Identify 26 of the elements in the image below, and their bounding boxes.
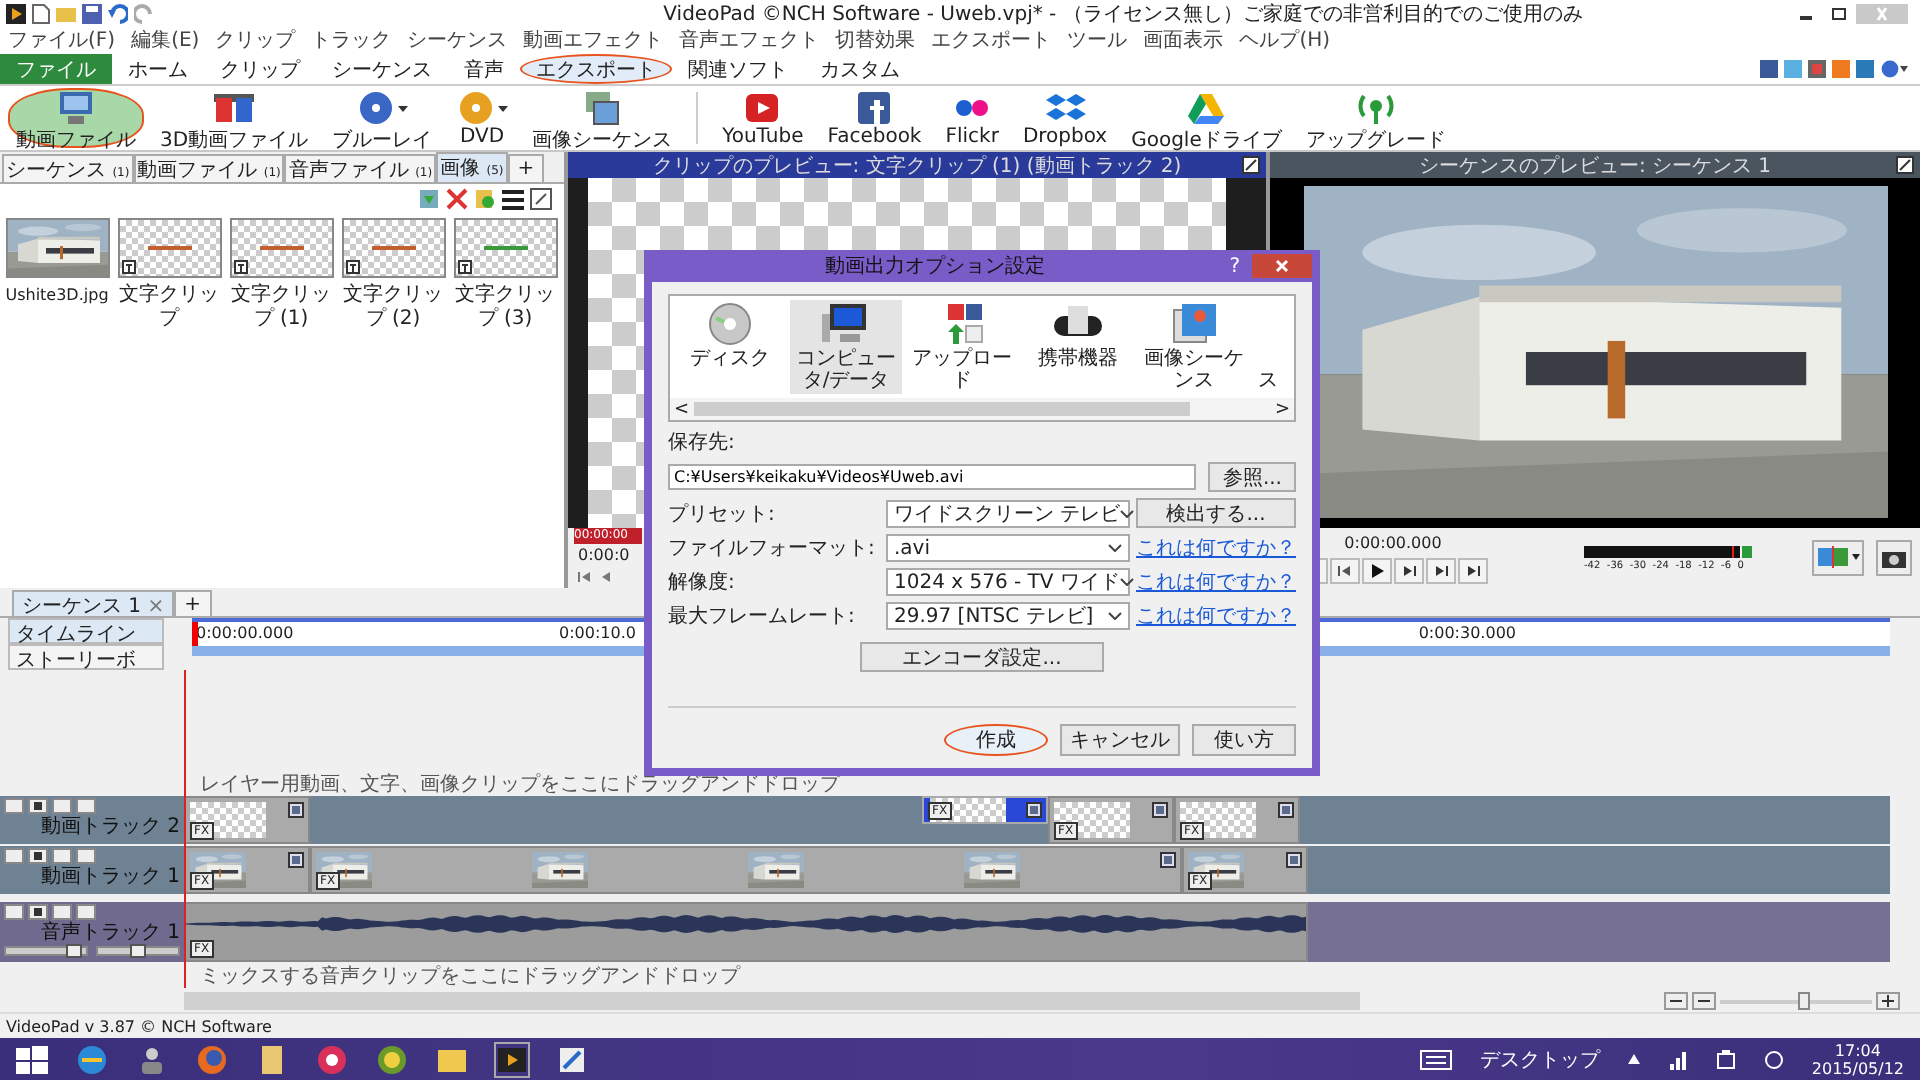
preview-title: クリップのプレビュー: 文字クリップ (1) (動画トラック 2) (652, 153, 1182, 179)
time-display: 0:00:0 (576, 546, 630, 566)
clock-time: 17:04 (1834, 1041, 1881, 1059)
track-name: 動画トラック 2 (38, 816, 180, 838)
media-name: 文字クリップ (2) (341, 284, 445, 332)
field-label: ファイルフォーマット: (668, 536, 877, 562)
dialog-title: 動画出力オプション設定 (822, 253, 1047, 280)
media-name: 文字クリップ (3) (453, 284, 557, 332)
media-name: 文字クリップ (1) (229, 284, 333, 332)
field-label: 保存先: (668, 429, 737, 456)
preview-title: シーケンスのプレビュー: シーケンス 1 (1418, 153, 1772, 179)
track-name: 音声トラック 1 (38, 922, 180, 944)
time-display: 0:00:00.000 (1344, 533, 1442, 553)
field-label: 解像度: (668, 569, 737, 596)
status-text: VideoPad v 3.87 © NCH Software (6, 1017, 272, 1035)
media-name: 文字クリップ (117, 284, 221, 332)
ruler-label: 0:00:00.000 (196, 624, 294, 644)
field-label: 最大フレームレート: (668, 603, 857, 630)
track-name: 動画トラック 1 (38, 866, 180, 888)
field-label: プリセット: (668, 501, 777, 527)
window-title: VideoPad ©NCH Software - Uweb.vpj* - （ライセンス無し）ご家庭での非営利目的でのご使用のみ (661, 1, 1585, 27)
ruler-label: 0:00:10.0 (559, 624, 636, 644)
clock-date: 2015/05/12 (1811, 1059, 1904, 1077)
drop-hint: ミックスする音声クリップをここにドラッグアンドドロップ (200, 963, 740, 990)
media-name: Ushite3D.jpg (5, 284, 109, 308)
ruler-label: 0:00:30.000 (1418, 624, 1516, 644)
